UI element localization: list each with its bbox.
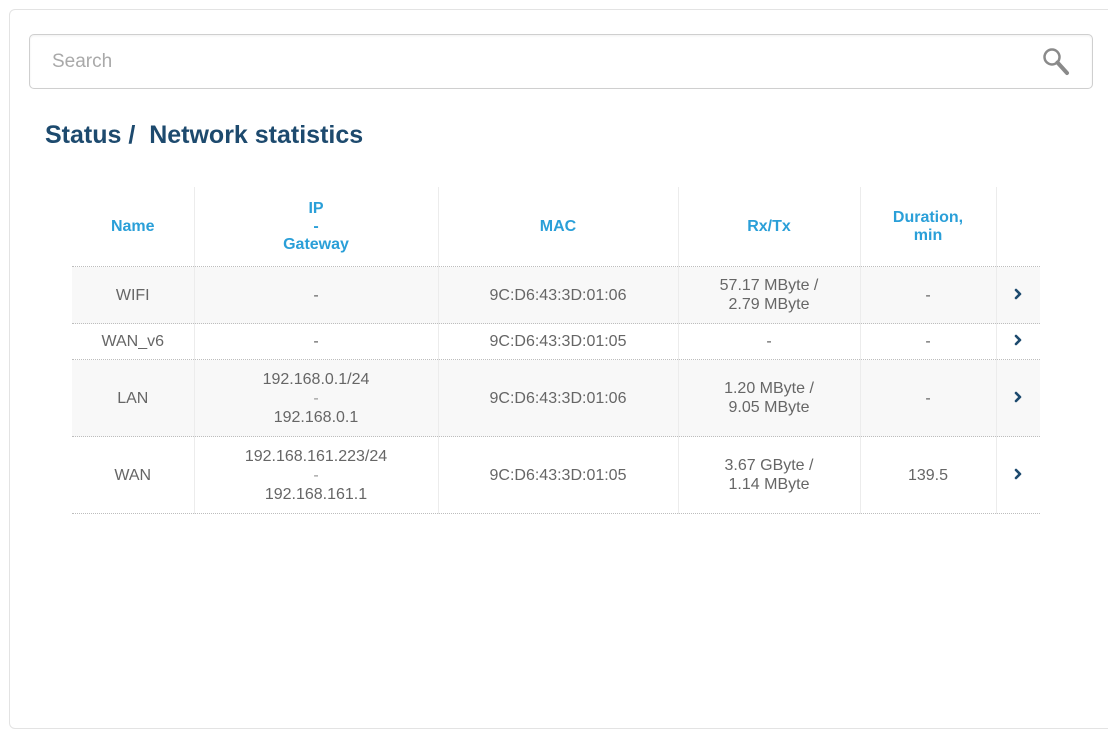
rxtx: 1.20 MByte / 9.05 MByte bbox=[677, 359, 860, 437]
column-header-ip-gateway: IP - Gateway bbox=[193, 187, 438, 267]
tx-value: 9.05 MByte bbox=[728, 399, 810, 416]
column-header-action bbox=[995, 187, 1040, 267]
ip-address: - bbox=[193, 323, 438, 360]
ip-separator: - bbox=[313, 466, 319, 484]
ip-address: 192.168.161.223/24 bbox=[244, 447, 388, 465]
mac-address: 9C:D6:43:3D:01:05 bbox=[437, 323, 678, 360]
rxtx: 57.17 MByte / 2.79 MByte bbox=[677, 266, 860, 324]
column-header-duration-line1: Duration, bbox=[892, 208, 964, 226]
rxtx: - bbox=[677, 323, 860, 360]
chevron-right-icon[interactable] bbox=[1013, 468, 1023, 480]
row-details-button[interactable] bbox=[995, 266, 1040, 324]
interface-name: WIFI bbox=[72, 266, 194, 324]
network-statistics-table: Name IP - Gateway MAC Rx/Tx Duration, mi… bbox=[72, 187, 1040, 514]
ip-gateway: 192.168.0.1/24 - 192.168.0.1 bbox=[193, 359, 438, 437]
column-header-mac: MAC bbox=[437, 187, 678, 267]
ip-separator: - bbox=[313, 389, 319, 407]
table-header-row: Name IP - Gateway MAC Rx/Tx Duration, mi… bbox=[72, 187, 1040, 267]
column-header-rxtx: Rx/Tx bbox=[677, 187, 860, 267]
mac-address: 9C:D6:43:3D:01:06 bbox=[437, 359, 678, 437]
rxtx: 3.67 GByte / 1.14 MByte bbox=[677, 436, 860, 514]
table-row[interactable]: LAN 192.168.0.1/24 - 192.168.0.1 9C:D6:4… bbox=[72, 359, 1040, 437]
search-input[interactable] bbox=[30, 35, 1030, 88]
gateway-address: 192.168.0.1 bbox=[273, 408, 359, 426]
chevron-right-icon[interactable] bbox=[1013, 391, 1023, 403]
rx-value: 57.17 MByte / bbox=[719, 277, 819, 294]
ip-gateway: 192.168.161.223/24 - 192.168.161.1 bbox=[193, 436, 438, 514]
column-header-name: Name bbox=[72, 187, 194, 267]
row-details-button[interactable] bbox=[995, 359, 1040, 437]
column-header-duration: Duration, min bbox=[859, 187, 996, 267]
chevron-right-icon[interactable] bbox=[1013, 288, 1023, 300]
interface-name: WAN bbox=[72, 436, 194, 514]
ip-address: - bbox=[193, 266, 438, 324]
interface-name: LAN bbox=[72, 359, 194, 437]
mac-address: 9C:D6:43:3D:01:06 bbox=[437, 266, 678, 324]
breadcrumb-parent[interactable]: Status / bbox=[45, 121, 135, 149]
search-icon[interactable] bbox=[1040, 46, 1074, 80]
gateway-address: 192.168.161.1 bbox=[264, 485, 368, 503]
duration: - bbox=[859, 323, 996, 360]
column-header-duration-line2: min bbox=[913, 226, 943, 244]
search-box[interactable] bbox=[29, 34, 1093, 89]
table-row[interactable]: WAN_v6 - 9C:D6:43:3D:01:05 - - bbox=[72, 323, 1040, 360]
row-details-button[interactable] bbox=[995, 436, 1040, 514]
mac-address: 9C:D6:43:3D:01:05 bbox=[437, 436, 678, 514]
table-row[interactable]: WAN 192.168.161.223/24 - 192.168.161.1 9… bbox=[72, 436, 1040, 514]
table-row[interactable]: WIFI - 9C:D6:43:3D:01:06 57.17 MByte / 2… bbox=[72, 266, 1040, 324]
breadcrumb-current: Network statistics bbox=[149, 121, 364, 149]
duration: - bbox=[859, 359, 996, 437]
interface-name: WAN_v6 bbox=[72, 323, 194, 360]
chevron-right-icon[interactable] bbox=[1013, 334, 1023, 346]
column-header-gateway: Gateway bbox=[283, 235, 349, 253]
column-header-ip-separator: - bbox=[313, 217, 319, 235]
column-header-ip: IP bbox=[308, 199, 324, 217]
page-title: Status / Network statistics bbox=[45, 121, 363, 150]
row-details-button[interactable] bbox=[995, 323, 1040, 360]
duration: - bbox=[859, 266, 996, 324]
tx-value: 2.79 MByte bbox=[728, 296, 810, 313]
ip-address: 192.168.0.1/24 bbox=[262, 370, 370, 388]
rx-value: 1.20 MByte / bbox=[724, 380, 814, 397]
duration: 139.5 bbox=[859, 436, 996, 514]
tx-value: 1.14 MByte bbox=[728, 476, 810, 493]
rx-value: 3.67 GByte / bbox=[724, 457, 814, 474]
